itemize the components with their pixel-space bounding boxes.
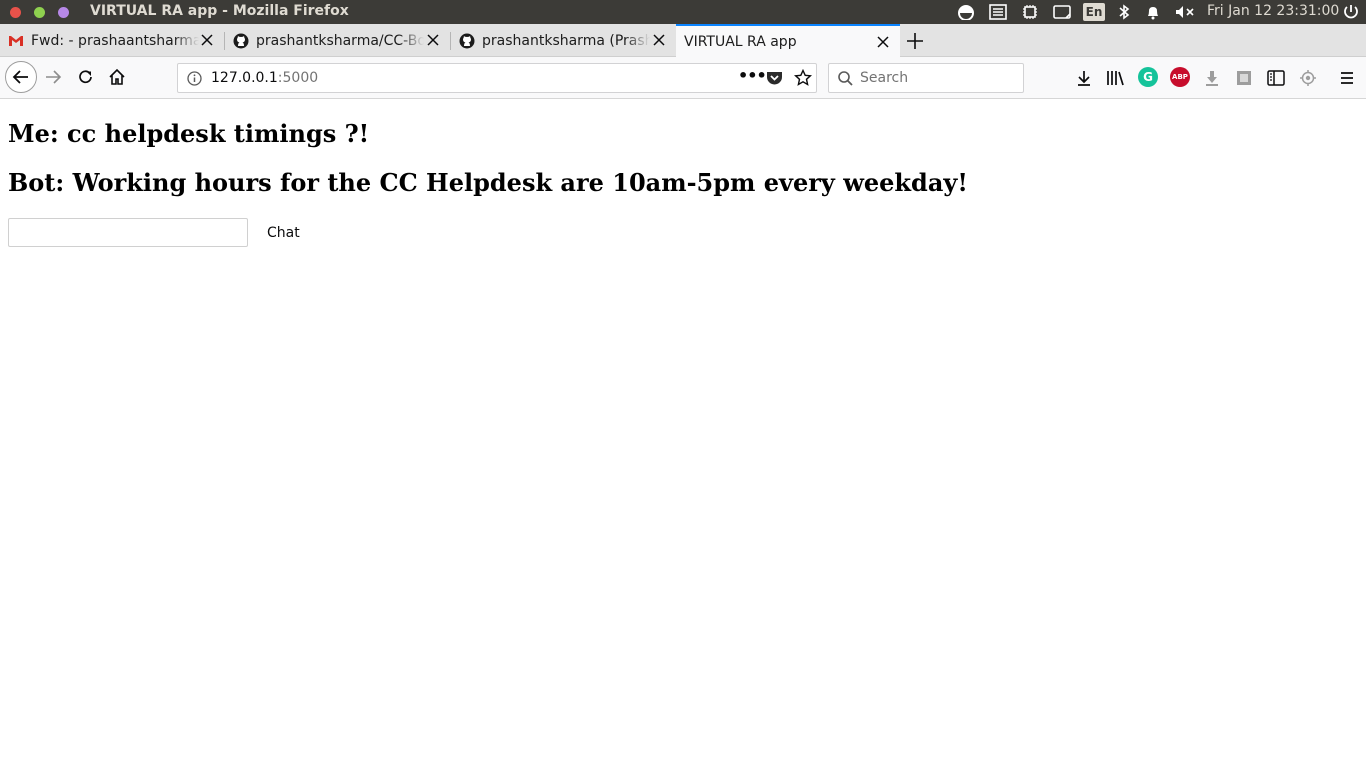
new-tab-plus-icon[interactable] xyxy=(905,31,925,51)
window-titlebar: VIRTUAL RA app - Mozilla Firefox En Fri … xyxy=(0,0,1366,24)
tab-github-cc-bot[interactable]: prashantksharma/CC-Bo xyxy=(225,24,450,57)
close-tab-icon[interactable] xyxy=(876,35,890,49)
sidebar-icon xyxy=(1267,70,1285,86)
github-icon xyxy=(233,33,249,49)
window-title: VIRTUAL RA app - Mozilla Firefox xyxy=(90,3,349,19)
download-helper-icon[interactable] xyxy=(1201,67,1223,89)
menu-icon xyxy=(1341,72,1353,84)
volume-muted-icon[interactable] xyxy=(1173,3,1197,21)
home-icon xyxy=(109,68,125,85)
chat-submit-button[interactable]: Chat xyxy=(258,218,309,247)
system-clock[interactable]: Fri Jan 12 23:31:00 xyxy=(1207,3,1339,19)
power-settings-icon[interactable] xyxy=(1340,3,1362,21)
site-info-icon[interactable] xyxy=(187,71,202,90)
search-bar[interactable]: Search xyxy=(828,63,1024,93)
url-port: :5000 xyxy=(277,70,319,86)
forward-arrow-icon xyxy=(46,70,62,84)
window-close-button[interactable] xyxy=(10,7,21,18)
adblock-plus-icon[interactable]: ABP xyxy=(1170,67,1190,87)
search-icon xyxy=(837,70,854,91)
keyboard-layout-indicator[interactable]: En xyxy=(1083,3,1105,21)
tab-label: prashantksharma (Prash xyxy=(482,32,650,49)
cpu-icon[interactable] xyxy=(1019,3,1041,21)
reader-extension-icon[interactable] xyxy=(1233,67,1255,89)
grammarly-extension-icon[interactable]: G xyxy=(1138,67,1158,87)
home-button[interactable] xyxy=(106,66,128,88)
hamburger-menu-button[interactable] xyxy=(1336,67,1358,89)
bot-response: Bot: Working hours for the CC Helpdesk a… xyxy=(8,168,968,197)
github-icon xyxy=(459,33,475,49)
close-tab-icon[interactable] xyxy=(652,33,666,47)
back-button[interactable] xyxy=(5,61,37,93)
pocket-icon[interactable] xyxy=(766,70,783,90)
window-minimize-button[interactable] xyxy=(34,7,45,18)
tab-strip: Fwd: - prashaantsharmaa prashantksharma/… xyxy=(0,24,1366,58)
bluetooth-icon[interactable] xyxy=(1115,3,1133,21)
tab-label: VIRTUAL RA app xyxy=(684,34,797,50)
location-target-icon[interactable] xyxy=(1297,67,1319,89)
reload-button[interactable] xyxy=(75,66,97,88)
address-bar[interactable]: 127.0.0.1:5000 ••• xyxy=(177,63,817,93)
notes-icon[interactable] xyxy=(987,3,1009,21)
tab-label: Fwd: - prashaantsharmaa xyxy=(31,32,199,49)
user-message: Me: cc helpdesk timings ?! xyxy=(8,119,370,148)
library-button[interactable] xyxy=(1105,67,1127,89)
tab-virtual-ra-app[interactable]: VIRTUAL RA app xyxy=(676,24,900,58)
network-icon[interactable] xyxy=(955,3,977,21)
downloads-button[interactable] xyxy=(1073,67,1095,89)
sidebar-toggle-button[interactable] xyxy=(1265,67,1287,89)
navigation-toolbar: 127.0.0.1:5000 ••• Search G ABP xyxy=(0,57,1366,99)
gmail-icon xyxy=(8,33,24,49)
screen-icon[interactable] xyxy=(1051,3,1073,21)
url-host: 127.0.0.1 xyxy=(211,70,278,86)
page-content: Me: cc helpdesk timings ?! Bot: Working … xyxy=(0,100,1366,768)
reload-icon xyxy=(79,70,92,84)
page-actions-menu-icon[interactable]: ••• xyxy=(738,66,767,85)
tab-label: prashantksharma/CC-Bo xyxy=(256,32,424,49)
window-maximize-button[interactable] xyxy=(58,7,69,18)
forward-button[interactable] xyxy=(42,66,64,88)
library-icon xyxy=(1107,71,1124,86)
chat-message-input[interactable] xyxy=(8,218,248,247)
tab-gmail[interactable]: Fwd: - prashaantsharmaa xyxy=(0,24,224,57)
close-tab-icon[interactable] xyxy=(200,33,214,47)
bookmark-star-icon[interactable] xyxy=(793,68,813,91)
tab-github-profile[interactable]: prashantksharma (Prash xyxy=(451,24,676,57)
download-icon xyxy=(1078,71,1090,86)
notification-bell-icon[interactable] xyxy=(1143,3,1163,21)
search-placeholder: Search xyxy=(860,70,909,86)
close-tab-icon[interactable] xyxy=(426,33,440,47)
back-arrow-icon xyxy=(12,70,28,84)
url-text[interactable]: 127.0.0.1:5000 xyxy=(211,70,318,86)
